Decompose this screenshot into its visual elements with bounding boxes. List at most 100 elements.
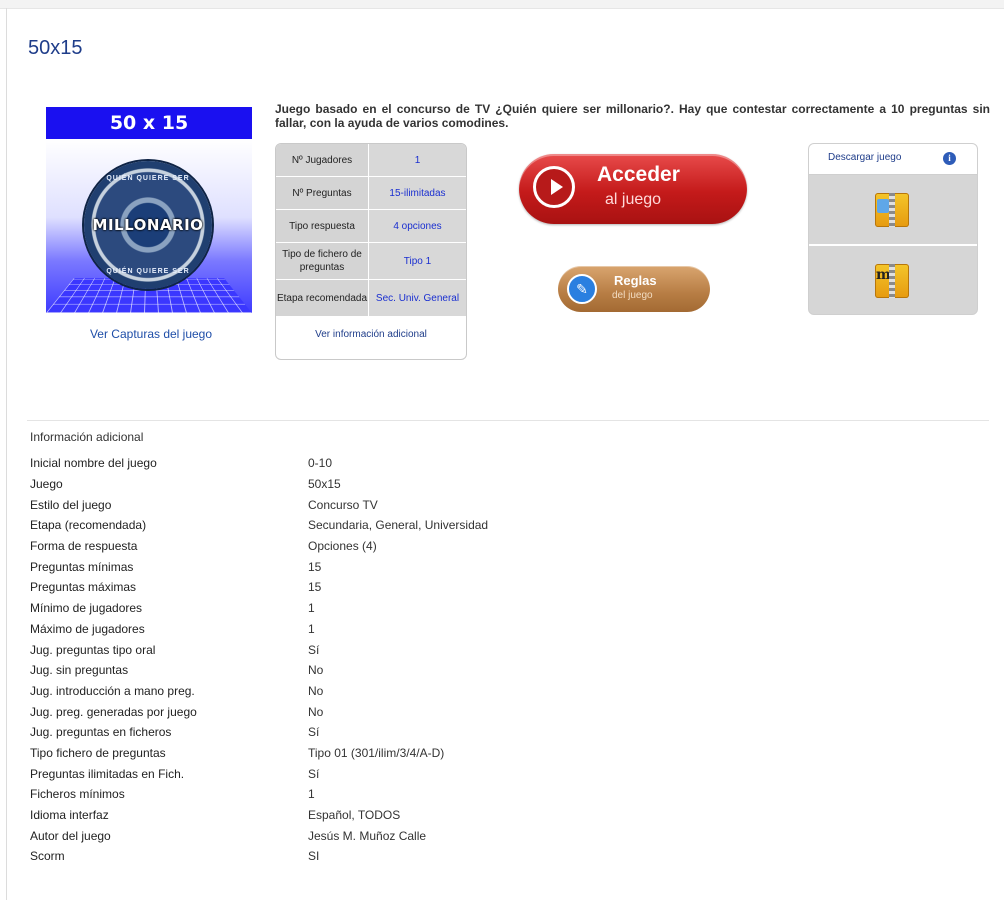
info-key: Autor del juego xyxy=(30,828,111,843)
summary-label: Tipo respuesta xyxy=(276,210,369,243)
info-value: 50x15 xyxy=(308,477,341,492)
info-icon[interactable]: i xyxy=(943,152,956,165)
info-key: Preguntas máximas xyxy=(30,580,137,595)
info-key: Idioma interfaz xyxy=(30,808,109,823)
millonario-disc-icon: QUIÉN QUIERE SER MILLONARIO QUIÉN QUIERE… xyxy=(84,161,212,289)
info-row: Scorm SI xyxy=(30,846,730,867)
info-row: Jug. preguntas tipo oral Sí xyxy=(30,639,730,660)
access-game-button[interactable]: Acceder al juego xyxy=(519,154,747,224)
summary-row: Tipo respuesta 4 opciones xyxy=(276,210,466,243)
info-row: Juego 50x15 xyxy=(30,474,730,495)
left-rule xyxy=(6,8,7,900)
rules-sublabel: del juego xyxy=(612,290,653,301)
download-zip[interactable] xyxy=(809,175,977,244)
info-value: No xyxy=(308,683,324,698)
info-value: SI xyxy=(308,849,320,864)
info-value: Tipo 01 (301/ilim/3/4/A-D) xyxy=(308,745,445,760)
info-row: Etapa (recomendada) Secundaria, General, … xyxy=(30,515,730,536)
info-value: 0-10 xyxy=(308,456,333,471)
info-key: Jug. preg. generadas por juego xyxy=(30,704,197,719)
summary-row: Nº Jugadores 1 xyxy=(276,144,466,177)
logo-band: 50 x 15 xyxy=(46,107,252,139)
info-row: Inicial nombre del juego 0-10 xyxy=(30,453,730,474)
info-key: Estilo del juego xyxy=(30,497,112,512)
info-key: Jug. introducción a mano preg. xyxy=(30,683,195,698)
summary-value: Tipo 1 xyxy=(369,243,466,280)
info-value: 15 xyxy=(308,559,322,574)
info-row: Tipo fichero de preguntas Tipo 01 (301/il… xyxy=(30,743,730,764)
info-key: Etapa (recomendada) xyxy=(30,518,147,533)
disc-text: MILLONARIO xyxy=(92,216,204,234)
more-info-link[interactable]: Ver información adicional xyxy=(276,317,466,352)
summary-label: Tipo de fichero de preguntas xyxy=(276,243,369,280)
info-row: Idioma interfaz Español, TODOS xyxy=(30,805,730,826)
info-value: 1 xyxy=(308,621,315,636)
summary-row: Nº Preguntas 15-ilimitadas xyxy=(276,177,466,210)
info-key: Jug. preguntas tipo oral xyxy=(30,642,156,657)
info-row: Autor del juego Jesús M. Muñoz Calle xyxy=(30,825,730,846)
info-value: Sí xyxy=(308,725,320,740)
info-key: Jug. sin preguntas xyxy=(30,663,129,678)
summary-value: 1 xyxy=(369,144,466,177)
summary-label: Nº Jugadores xyxy=(276,144,369,177)
info-row: Máximo de jugadores 1 xyxy=(30,619,730,640)
info-key: Máximo de jugadores xyxy=(30,621,145,636)
divider xyxy=(27,420,989,421)
mini-zip-file-icon: m xyxy=(875,264,909,298)
info-key: Scorm xyxy=(30,849,65,864)
summary-value: 4 opciones xyxy=(369,210,466,243)
top-border xyxy=(0,0,1004,9)
info-value: Español, TODOS xyxy=(308,808,401,823)
summary-value: 15-ilimitadas xyxy=(369,177,466,210)
zip-file-icon xyxy=(875,193,909,227)
disc-bottom-text: QUIÉN QUIERE SER xyxy=(106,268,190,275)
info-row: Forma de respuesta Opciones (4) xyxy=(30,536,730,557)
info-value: Secundaria, General, Universidad xyxy=(308,518,489,533)
info-key: Jug. preguntas en ficheros xyxy=(30,725,172,740)
info-key: Forma de respuesta xyxy=(30,539,138,554)
summary-label: Etapa recomendada xyxy=(276,280,369,317)
summary-table: Nº Jugadores 1 Nº Preguntas 15-ilimitada… xyxy=(275,143,467,360)
info-row: Ficheros mínimos 1 xyxy=(30,784,730,805)
summary-value: Sec. Univ. General xyxy=(369,280,466,317)
summary-row: Etapa recomendada Sec. Univ. General xyxy=(276,280,466,317)
info-value: Jesús M. Muñoz Calle xyxy=(308,828,427,843)
info-key: Preguntas ilimitadas en Fich. xyxy=(30,766,185,781)
info-key: Mínimo de jugadores xyxy=(30,601,143,616)
download-mini-zip[interactable]: m xyxy=(809,244,977,314)
info-value: Concurso TV xyxy=(308,497,378,512)
info-row: Jug. preg. generadas por juego No xyxy=(30,701,730,722)
edit-icon: ✎ xyxy=(567,274,597,304)
info-row: Preguntas ilimitadas en Fich. Sí xyxy=(30,763,730,784)
info-row: Jug. preguntas en ficheros Sí xyxy=(30,722,730,743)
logo-art: QUIÉN QUIERE SER MILLONARIO QUIÉN QUIERE… xyxy=(46,139,252,313)
info-value: Sí xyxy=(308,642,320,657)
access-label: Acceder xyxy=(597,163,680,186)
info-value: No xyxy=(308,663,324,678)
info-row: Preguntas mínimas 15 xyxy=(30,556,730,577)
page-title: 50x15 xyxy=(28,37,83,59)
info-key: Ficheros mínimos xyxy=(30,787,125,802)
info-key: Juego xyxy=(30,477,63,492)
summary-label: Nº Preguntas xyxy=(276,177,369,210)
disc-top-text: QUIÉN QUIERE SER xyxy=(106,175,190,182)
info-value: 1 xyxy=(308,787,315,802)
info-row: Preguntas máximas 15 xyxy=(30,577,730,598)
captures-link[interactable]: Ver Capturas del juego xyxy=(46,327,256,341)
info-value: 15 xyxy=(308,580,322,595)
info-value: 1 xyxy=(308,601,315,616)
info-row: Estilo del juego Concurso TV xyxy=(30,494,730,515)
play-icon xyxy=(533,166,575,208)
download-header: Descargar juego i xyxy=(809,144,977,175)
download-title: Descargar juego xyxy=(828,152,902,163)
rules-button[interactable]: ✎ Reglas del juego xyxy=(558,266,710,312)
info-value: Opciones (4) xyxy=(308,539,377,554)
game-logo: 50 x 15 QUIÉN QUIERE SER MILLONARIO QUIÉ… xyxy=(46,107,252,313)
info-key: Preguntas mínimas xyxy=(30,559,134,574)
summary-row: Tipo de fichero de preguntas Tipo 1 xyxy=(276,243,466,280)
info-key: Inicial nombre del juego xyxy=(30,456,157,471)
info-row: Jug. sin preguntas No xyxy=(30,660,730,681)
info-value: Sí xyxy=(308,766,320,781)
info-list: Inicial nombre del juego 0-10 Juego 50x15 Es… xyxy=(30,453,730,867)
info-key: Tipo fichero de preguntas xyxy=(30,745,166,760)
